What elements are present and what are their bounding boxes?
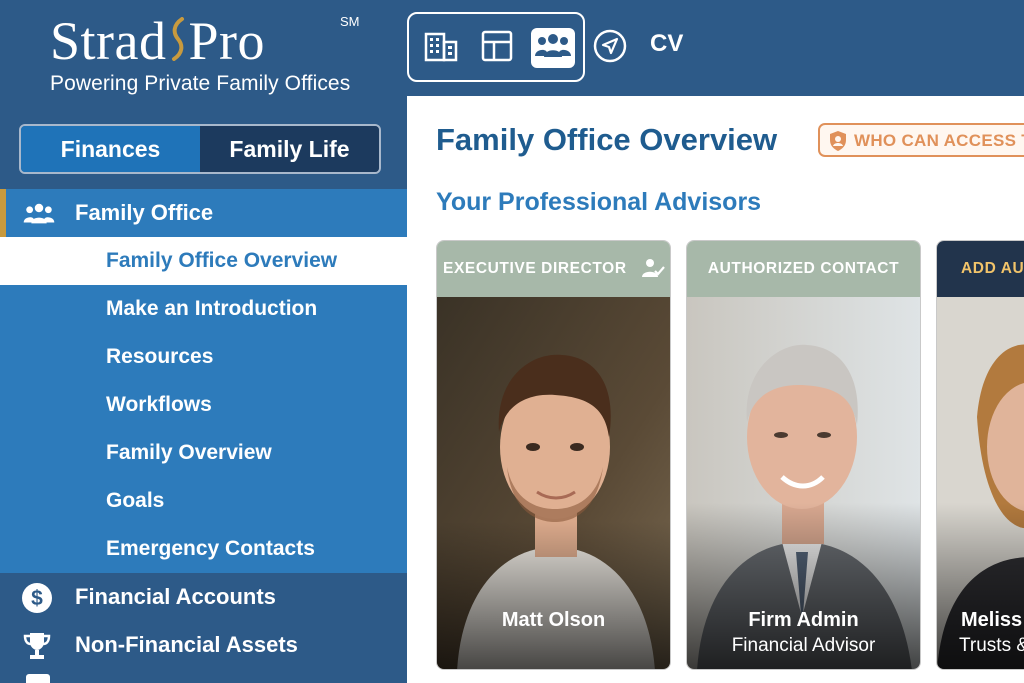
advisor-card[interactable]: AUTHORIZED CONTACT Firm Admin Financial … [686, 240, 921, 670]
card-header: ADD AU [937, 241, 1024, 297]
sidebar-section-financial-accounts[interactable]: $ Financial Accounts [0, 573, 407, 621]
sidebar-section-label: Non-Financial Assets [75, 632, 298, 657]
sidebar-section-family-office[interactable]: Family Office [0, 189, 407, 237]
finance-family-toggle: Finances Family Life [19, 124, 381, 174]
brand-name-left: Strad [50, 11, 167, 71]
sidebar-item-label: Family Office Overview [106, 249, 338, 272]
access-badge[interactable]: WHO CAN ACCESS TH [818, 123, 1024, 157]
service-mark: SM [340, 14, 360, 29]
advisor-name: Meliss [961, 609, 1023, 631]
shield-user-icon [828, 130, 848, 152]
people-icon [533, 31, 573, 66]
advisor-name: Matt Olson [501, 609, 606, 631]
page-title: Family Office Overview [436, 122, 778, 157]
layout-icon [480, 29, 514, 68]
section-title: Your Professional Advisors [436, 188, 762, 216]
dollar-circle-icon: $ [20, 581, 54, 615]
brand-tagline: Powering Private Family Offices [50, 72, 351, 95]
advisor-title: Trusts & [959, 635, 1024, 656]
trophy-icon [20, 629, 54, 663]
svg-text:$: $ [31, 587, 43, 610]
sidebar-item-label: Resources [106, 345, 214, 368]
sidebar-item-label: Goals [106, 489, 165, 512]
sidebar-item-emergency-contacts[interactable]: Emergency Contacts [0, 525, 407, 573]
tab-finances[interactable]: Finances [21, 126, 200, 172]
advisor-title: Financial Advisor [731, 635, 876, 656]
sidebar-section-label: Family Office [75, 200, 214, 225]
brand-name-right: Pro [188, 11, 266, 71]
user-initials[interactable]: CV [650, 30, 683, 58]
top-bar: Strad Pro SM Powering Private Family Offi… [0, 0, 1024, 96]
sidebar-item-resources[interactable]: Resources [0, 333, 407, 381]
advisor-name: Firm Admin [748, 609, 859, 631]
mode-switcher [407, 12, 585, 82]
brand-name: Strad Pro [50, 10, 265, 72]
advisor-card[interactable]: ADD AU Meliss Trusts & [936, 240, 1024, 670]
sidebar-item-label: Make an Introduction [106, 297, 318, 320]
sidebar-item-goals[interactable]: Goals [0, 477, 407, 525]
advisor-role: ADD AU [961, 260, 1024, 277]
mode-button-people[interactable] [531, 28, 575, 68]
sidebar-section-non-financial-assets[interactable]: Non-Financial Assets [0, 621, 407, 669]
access-badge-label: WHO CAN ACCESS TH [854, 131, 1024, 150]
sidebar-item-family-overview[interactable]: Family Overview [0, 429, 407, 477]
mode-button-building[interactable] [419, 28, 463, 68]
card-header: AUTHORIZED CONTACT [687, 241, 920, 297]
sidebar-item-make-an-introduction[interactable]: Make an Introduction [0, 285, 407, 333]
building-icon [423, 30, 459, 67]
sidebar-section-label: Financial Accounts [75, 584, 276, 609]
sidebar-next-section-icon [26, 674, 50, 683]
people-icon [22, 197, 56, 231]
brand-logo[interactable]: Strad Pro SM Powering Private Family Offi… [30, 6, 390, 102]
sidebar-item-family-office-overview[interactable]: Family Office Overview [0, 237, 407, 285]
tab-family-life[interactable]: Family Life [200, 126, 379, 172]
main-content: Family Office Overview WHO CAN ACCESS TH… [407, 96, 1024, 683]
mode-button-layout[interactable] [475, 28, 519, 68]
navigation-arrow-icon[interactable] [592, 28, 628, 64]
sidebar-item-label: Workflows [106, 393, 212, 416]
sidebar: Finances Family Life Family Office Famil… [0, 96, 407, 683]
card-header: EXECUTIVE DIRECTOR [437, 241, 670, 297]
advisor-role: AUTHORIZED CONTACT [707, 260, 900, 277]
sidebar-item-label: Emergency Contacts [106, 537, 315, 560]
sidebar-item-label: Family Overview [106, 441, 272, 464]
user-check-icon [641, 257, 665, 284]
sidebar-item-workflows[interactable]: Workflows [0, 381, 407, 429]
advisor-role: EXECUTIVE DIRECTOR [443, 260, 627, 277]
advisor-card[interactable]: EXECUTIVE DIRECTOR Matt Olson [436, 240, 671, 670]
brand-s-mark-icon [169, 12, 187, 61]
